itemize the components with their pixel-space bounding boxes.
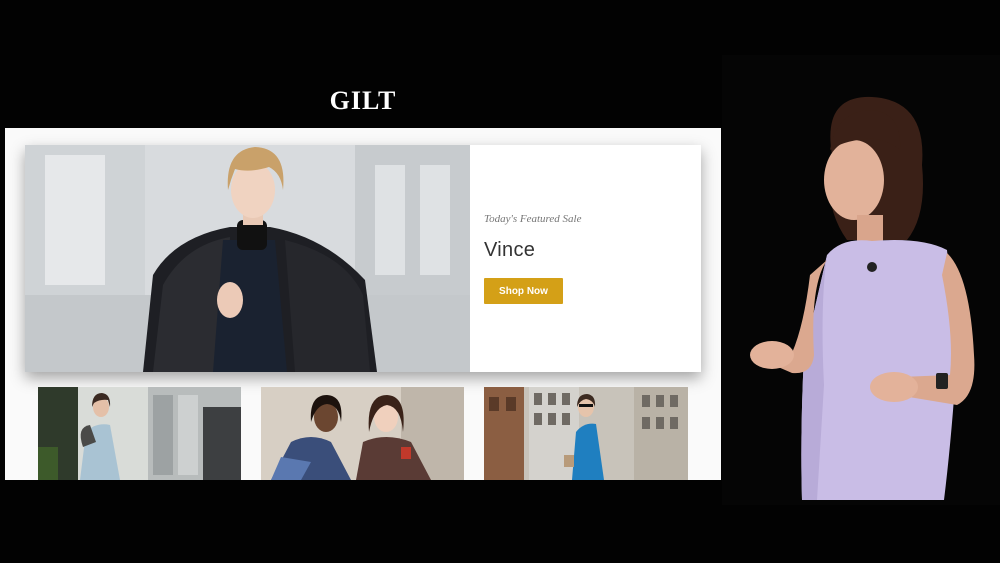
sale-brand-name: Vince bbox=[484, 239, 536, 261]
shop-now-button[interactable]: Shop Now bbox=[484, 278, 563, 304]
presenter-image bbox=[722, 55, 1000, 505]
featured-sale-info: Today's Featured Sale Vince Shop Now bbox=[470, 145, 701, 372]
featured-sale-photo bbox=[25, 145, 470, 372]
sale-tile-3[interactable] bbox=[484, 387, 688, 480]
keynote-stage: GILT Today's Featured Sale Vince Shop No… bbox=[0, 0, 1000, 563]
app-screen: Today's Featured Sale Vince Shop Now bbox=[5, 128, 721, 480]
sale-tile-1[interactable] bbox=[38, 387, 241, 480]
gilt-logo: GILT bbox=[329, 86, 397, 115]
sale-tile-2[interactable] bbox=[261, 387, 464, 480]
featured-sale-card[interactable]: Today's Featured Sale Vince Shop Now bbox=[25, 145, 701, 372]
featured-sale-label: Today's Featured Sale bbox=[484, 213, 582, 225]
